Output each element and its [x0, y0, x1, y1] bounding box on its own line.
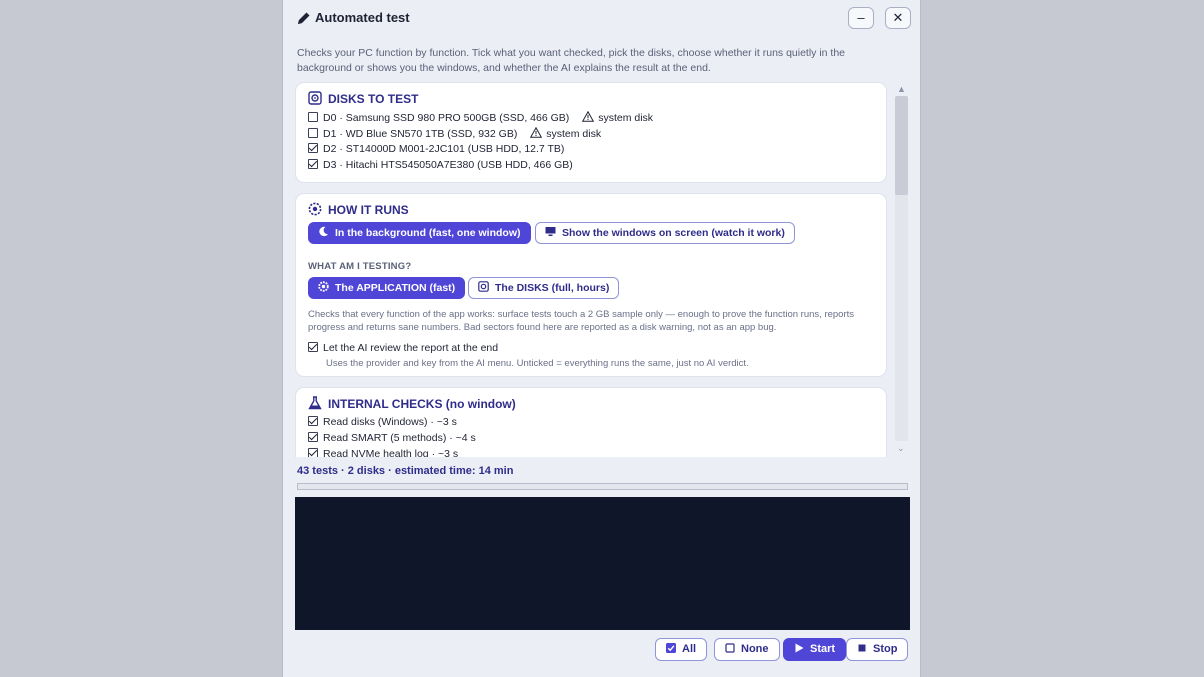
how-heading: HOW IT RUNS: [308, 202, 409, 217]
check-read-disks-checkbox[interactable]: [308, 416, 318, 426]
disk-icon: [308, 91, 322, 105]
stop-label: Stop: [873, 643, 898, 655]
pencil-icon: [298, 12, 310, 24]
check-read-smart-label: Read SMART (5 methods) · ~4 s: [323, 432, 476, 444]
stop-button[interactable]: Stop: [846, 638, 909, 661]
check-read-nvme-checkbox[interactable]: [308, 448, 318, 457]
progress-bar: [297, 483, 908, 490]
scroll-down-icon[interactable]: ⌄: [897, 443, 905, 454]
testing-label: WHAT AM I TESTING?: [308, 261, 412, 272]
monitor-icon: [545, 227, 556, 236]
stop-icon: [858, 644, 866, 652]
disk-d3-checkbox[interactable]: [308, 159, 318, 169]
how-heading-text: HOW IT RUNS: [328, 203, 409, 217]
disk-d0-warning: system disk: [598, 112, 654, 124]
mode-background-button[interactable]: In the background (fast, one window): [308, 222, 531, 244]
scrollbar-thumb[interactable]: [895, 96, 908, 195]
disk-row-d2[interactable]: D2 · ST14000D M001-2JC101 (USB HDD, 12.7…: [308, 143, 564, 155]
internal-heading: INTERNAL CHECKS (no window): [308, 396, 516, 411]
checkbox-empty-icon: [725, 643, 735, 653]
log-console[interactable]: [295, 497, 910, 630]
moon-icon: [319, 226, 328, 237]
disk-d2-label: D2 · ST14000D M001-2JC101 (USB HDD, 12.7…: [323, 143, 565, 155]
internal-heading-text: INTERNAL CHECKS (no window): [328, 397, 516, 411]
disk-d0-checkbox[interactable]: [308, 112, 318, 122]
ai-review-label: Let the AI review the report at the end: [323, 342, 499, 354]
disks-heading: DISKS TO TEST: [308, 91, 418, 106]
checkbox-checked-icon: [666, 643, 676, 653]
mode-windows-button[interactable]: Show the windows on screen (watch it wor…: [535, 222, 795, 244]
start-label: Start: [810, 643, 836, 655]
ai-review-row[interactable]: Let the AI review the report at the end: [308, 342, 498, 354]
check-row-read-smart[interactable]: Read SMART (5 methods) · ~4 s: [308, 432, 476, 444]
mode-background-label: In the background (fast, one window): [335, 227, 521, 239]
disk-row-d3[interactable]: D3 · Hitachi HTS545050A7E380 (USB HDD, 4…: [308, 159, 573, 171]
check-read-nvme-label: Read NVMe health log · ~3 s: [323, 448, 459, 457]
check-row-read-nvme[interactable]: Read NVMe health log · ~3 s: [308, 448, 458, 457]
play-icon: [795, 643, 804, 653]
start-button[interactable]: Start: [783, 638, 847, 661]
minimize-button[interactable]: –: [848, 7, 874, 29]
scroll-up-icon[interactable]: ▲: [897, 84, 906, 94]
disk-d3-label: D3 · Hitachi HTS545050A7E380 (USB HDD, 4…: [323, 159, 573, 171]
disk-d1-warning: system disk: [546, 128, 602, 140]
target-application-button[interactable]: The APPLICATION (fast): [308, 277, 466, 299]
warning-icon: [582, 111, 595, 122]
internal-checks-card: INTERNAL CHECKS (no window) Read disks (…: [295, 387, 887, 457]
title-bar: Automated test – ✕: [283, 0, 920, 38]
select-all-label: All: [682, 643, 697, 655]
disk-d1-checkbox[interactable]: [308, 128, 318, 138]
gear-icon: [308, 202, 322, 216]
select-all-button[interactable]: All: [655, 638, 708, 661]
ai-review-note: Uses the provider and key from the AI me…: [326, 358, 749, 369]
warning-icon: [530, 127, 543, 138]
close-button[interactable]: ✕: [885, 7, 911, 29]
intro-text: Checks your PC function by function. Tic…: [297, 47, 846, 74]
check-read-smart-checkbox[interactable]: [308, 432, 318, 442]
target-disks-label: The DISKS (full, hours): [495, 282, 610, 294]
ai-review-checkbox[interactable]: [308, 342, 318, 352]
disk-d0-label: D0 · Samsung SSD 980 PRO 500GB (SSD, 466…: [323, 112, 570, 124]
target-disks-button[interactable]: The DISKS (full, hours): [468, 277, 620, 299]
disks-heading-text: DISKS TO TEST: [328, 92, 419, 106]
window-title: Automated test: [315, 10, 410, 25]
select-none-label: None: [741, 643, 769, 655]
select-none-button[interactable]: None: [714, 638, 780, 661]
disk-d1-label: D1 · WD Blue SN570 1TB (SSD, 932 GB): [323, 128, 518, 140]
testing-note: Checks that every function of the app wo…: [308, 309, 855, 333]
disks-card: DISKS TO TEST D0 · Samsung SSD 980 PRO 5…: [295, 82, 887, 183]
disk-row-d0[interactable]: D0 · Samsung SSD 980 PRO 500GB (SSD, 466…: [308, 111, 653, 124]
options-scroll-area[interactable]: DISKS TO TEST D0 · Samsung SSD 980 PRO 5…: [295, 82, 889, 457]
disk-d2-checkbox[interactable]: [308, 143, 318, 153]
automated-test-window: Automated test – ✕ Checks your PC functi…: [282, 0, 921, 677]
gear-icon: [318, 281, 329, 292]
check-row-read-disks[interactable]: Read disks (Windows) · ~3 s: [308, 416, 457, 428]
test-summary: 43 tests · 2 disks · estimated time: 14 …: [297, 465, 514, 477]
mode-windows-label: Show the windows on screen (watch it wor…: [562, 227, 785, 239]
how-it-runs-card: HOW IT RUNS In the background (fast, one…: [295, 193, 887, 377]
disk-icon: [478, 281, 489, 292]
disk-row-d1[interactable]: D1 · WD Blue SN570 1TB (SSD, 932 GB) sys…: [308, 127, 601, 140]
target-application-label: The APPLICATION (fast): [335, 282, 456, 294]
check-read-disks-label: Read disks (Windows) · ~3 s: [323, 416, 457, 428]
flask-icon: [308, 396, 322, 410]
